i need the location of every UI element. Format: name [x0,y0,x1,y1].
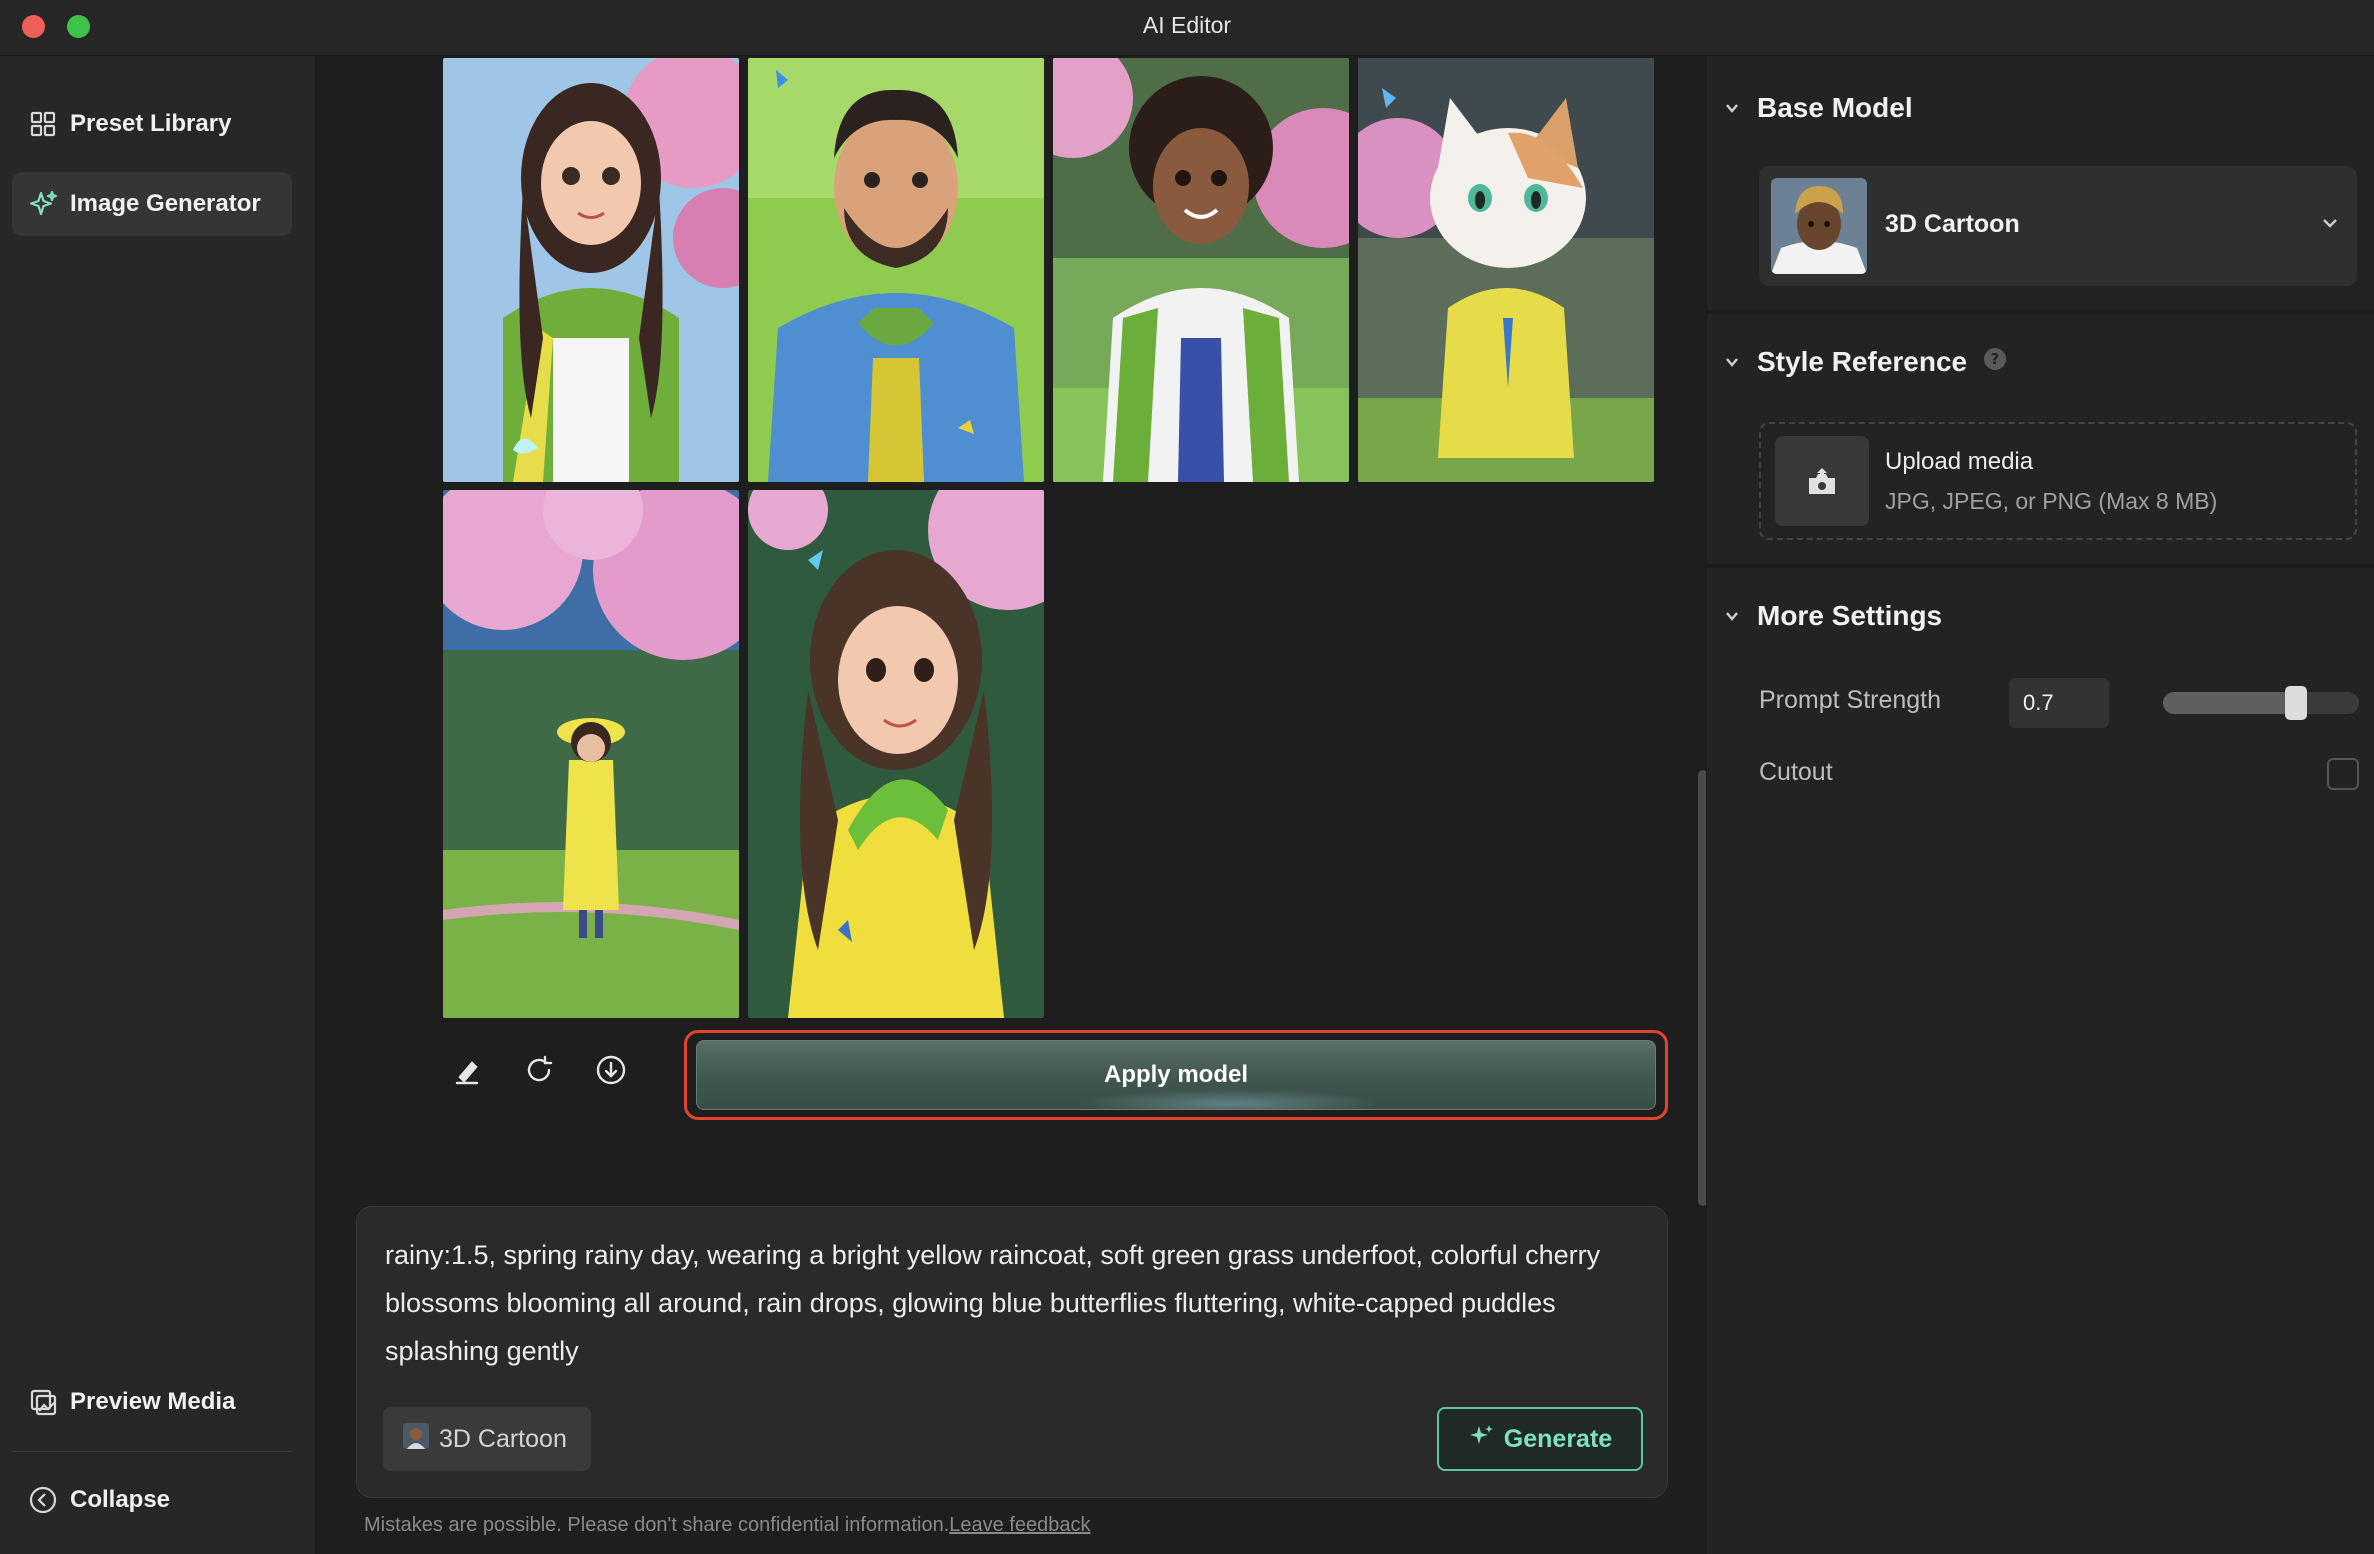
chevron-down-icon [1723,600,1741,632]
section-divider [1707,564,2374,568]
base-model-select[interactable]: 3D Cartoon [1759,166,2357,286]
generate-button[interactable]: Generate [1437,1407,1643,1471]
gallery-image-girl-green-jacket[interactable] [443,58,739,482]
apply-model-button[interactable]: Apply model [696,1040,1656,1110]
sidebar-item-label: Preview Media [70,1388,236,1415]
leave-feedback-link[interactable]: Leave feedback [949,1514,1090,1536]
cutout-checkbox[interactable] [2327,758,2359,790]
settings-panel: Base Model 3D Cartoon Style Reference ? … [1706,56,2374,1554]
gallery-image-woman-yellow-raincoat[interactable] [748,490,1044,1018]
sidebar-item-label: Image Generator [70,190,261,217]
sidebar-item-preset-library[interactable]: Preset Library [12,92,292,156]
svg-text:?: ? [1991,350,2000,368]
title-bar: AI Editor [0,0,2374,56]
prompt-strength-input[interactable]: 0.7 [2009,678,2109,728]
prompt-strength-label: Prompt Strength [1759,686,1942,714]
selected-model-name: 3D Cartoon [1885,210,2020,238]
edit-icon [452,1055,482,1090]
regenerate-button[interactable] [517,1050,561,1094]
section-divider [1707,310,2374,314]
edit-button[interactable] [445,1050,489,1094]
download-button[interactable] [589,1050,633,1094]
chevron-down-icon [2319,212,2341,239]
prompt-input[interactable]: rainy:1.5, spring rainy day, wearing a b… [385,1231,1635,1375]
base-model-section-header[interactable]: Base Model [1723,92,1913,124]
prompt-box: rainy:1.5, spring rainy day, wearing a b… [356,1206,1668,1498]
gallery-image-woman-white-coat[interactable] [1053,58,1349,482]
style-reference-section-header[interactable]: Style Reference ? [1723,346,2007,378]
refresh-icon [524,1055,554,1090]
upload-title: Upload media [1885,448,2034,475]
sidebar-divider [12,1451,292,1452]
chevron-down-icon [1723,346,1741,378]
disclaimer: Mistakes are possible. Please don't shar… [364,1514,1091,1536]
slider-handle[interactable] [2284,686,2307,720]
gallery-image-man-blue-hoodie[interactable] [748,58,1044,482]
download-icon [595,1054,627,1091]
upload-media-dropzone[interactable]: Upload media JPG, JPEG, or PNG (Max 8 MB… [1759,422,2357,540]
sidebar-item-collapse[interactable]: Collapse [12,1468,292,1532]
sidebar-item-preview-media[interactable]: Preview Media [12,1370,292,1434]
sidebar-item-image-generator[interactable]: Image Generator [12,172,292,236]
more-settings-section-header[interactable]: More Settings [1723,600,1942,632]
model-thumbnail-icon [403,1422,429,1456]
upload-image-icon [1775,436,1869,526]
gallery-icon [28,1387,58,1417]
slider-fill [2163,692,2296,714]
model-chip[interactable]: 3D Cartoon [383,1407,591,1471]
chevron-down-icon [1723,92,1741,124]
app-window: AI Editor Preset Library Image Generator [0,0,2374,1554]
sidebar-item-label: Collapse [70,1486,171,1513]
help-icon[interactable]: ? [1983,346,2007,378]
gallery-image-cat-yellow-raincoat[interactable] [1358,58,1654,482]
gallery-image-child-yellow-raincoat[interactable] [443,490,739,1018]
window-title: AI Editor [1142,12,1232,38]
model-avatar [1771,178,1867,274]
grid-icon [28,109,58,139]
collapse-icon [28,1485,58,1515]
cutout-label: Cutout [1759,758,1833,786]
prompt-strength-slider[interactable] [2163,692,2359,714]
sidebar: Preset Library Image Generator Preview M… [0,56,316,1554]
sparkle-icon [1468,1423,1494,1456]
sparkle-icon [28,189,58,219]
upload-hint: JPG, JPEG, or PNG (Max 8 MB) [1885,488,2218,514]
sidebar-item-label: Preset Library [70,110,232,137]
